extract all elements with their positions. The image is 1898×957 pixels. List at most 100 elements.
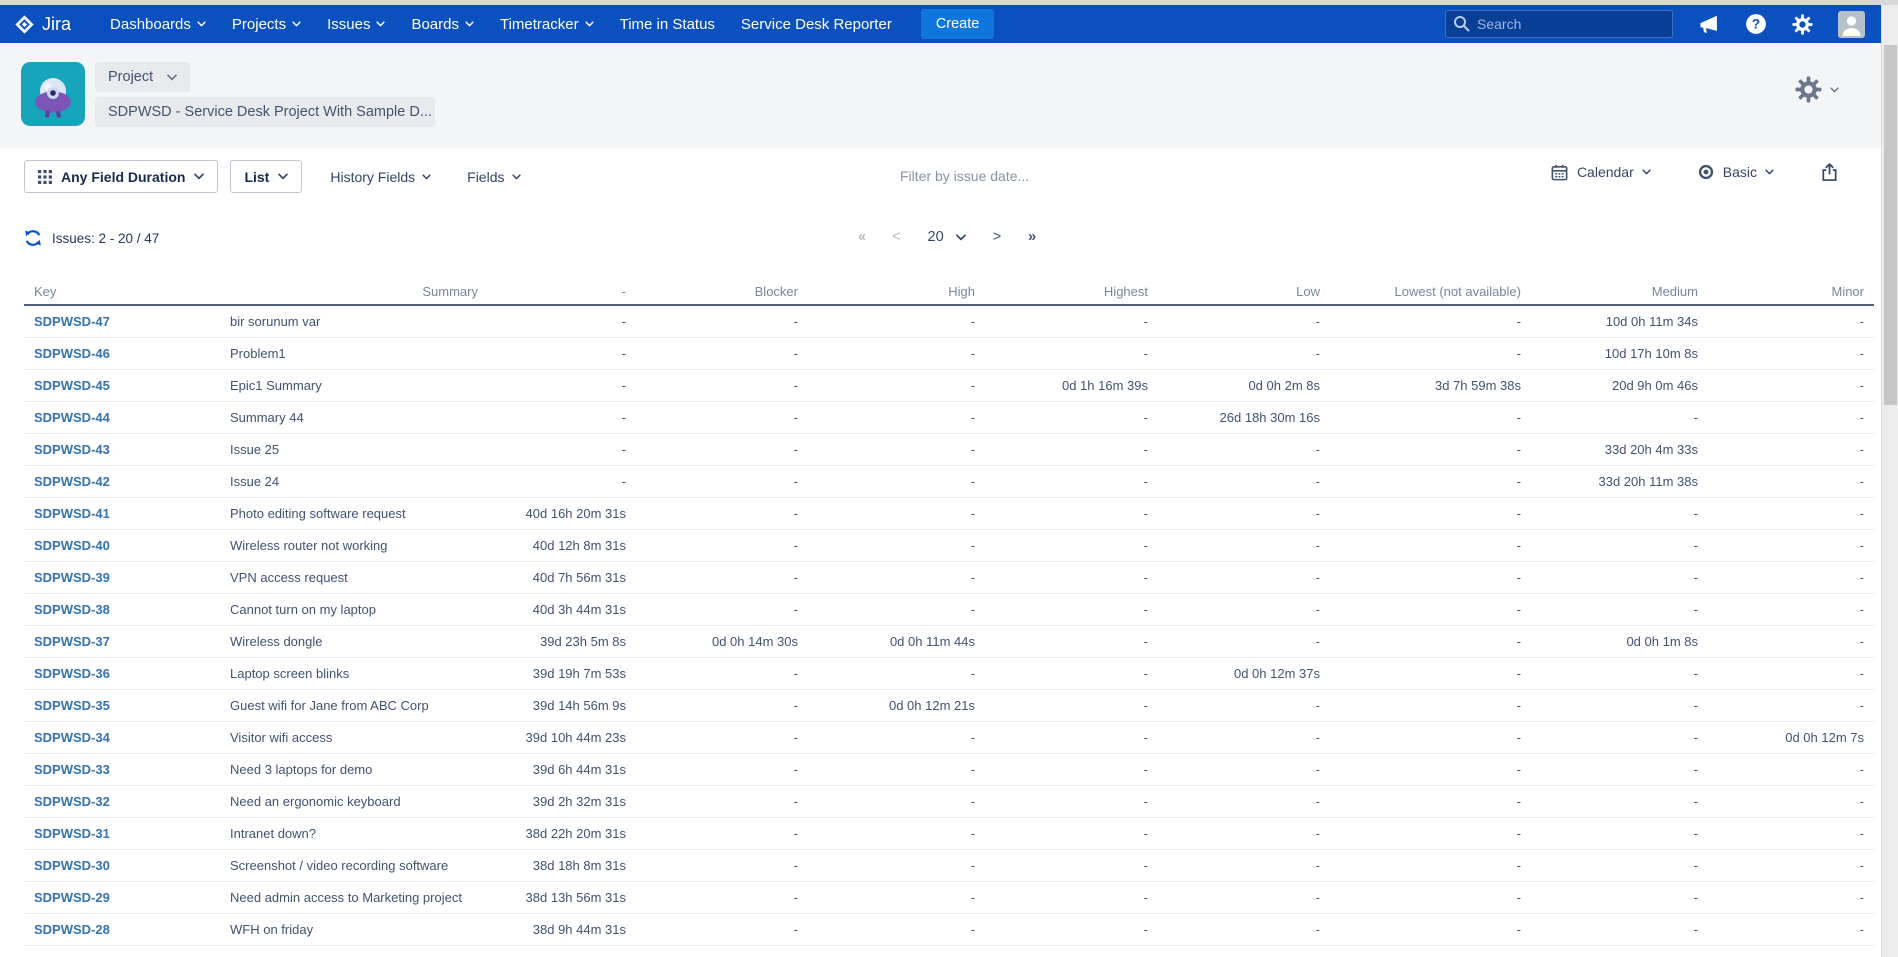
duration-cell-minor: - xyxy=(1708,402,1874,434)
duration-cell-high: - xyxy=(808,466,985,498)
duration-cell-minor: - xyxy=(1708,914,1874,946)
duration-cell-lowest: - xyxy=(1330,818,1531,850)
last-page-button[interactable]: » xyxy=(1028,229,1035,245)
duration-cell-lowest: - xyxy=(1330,305,1531,338)
issue-key-link[interactable]: SDPWSD-40 xyxy=(34,538,110,553)
nav-service-desk-reporter[interactable]: Service Desk Reporter xyxy=(728,5,905,43)
issue-row: SDPWSD-44 Summary 44 - - - - 26d 18h 30m… xyxy=(24,402,1874,434)
issue-key-link[interactable]: SDPWSD-45 xyxy=(34,378,110,393)
nav-time-in-status[interactable]: Time in Status xyxy=(607,5,728,43)
top-nav: Jira Dashboards Projects Issues Boards T… xyxy=(0,5,1881,43)
duration-cell-low: - xyxy=(1158,305,1330,338)
duration-cell-highest: - xyxy=(985,530,1158,562)
duration-cell-blocker: - xyxy=(636,562,808,594)
user-avatar[interactable] xyxy=(1838,11,1865,38)
field-duration-dropdown[interactable]: Any Field Duration xyxy=(24,160,218,193)
duration-cell-low: - xyxy=(1158,626,1330,658)
duration-cell-high: - xyxy=(808,338,985,370)
issue-key-link[interactable]: SDPWSD-35 xyxy=(34,698,110,713)
duration-cell-low: - xyxy=(1158,434,1330,466)
announcement-icon[interactable] xyxy=(1698,13,1720,35)
chevron-down-icon xyxy=(197,21,206,27)
issue-key-link[interactable]: SDPWSD-36 xyxy=(34,666,110,681)
report-toolbar: Any Field Duration List History Fields F… xyxy=(0,148,1881,205)
duration-cell-low: - xyxy=(1158,498,1330,530)
project-avatar[interactable] xyxy=(21,62,85,126)
issue-key-link[interactable]: SDPWSD-39 xyxy=(34,570,110,585)
search-input[interactable] xyxy=(1445,10,1673,38)
issue-summary-cell: Cannot turn on my laptop xyxy=(220,594,488,626)
duration-cell-blocker: - xyxy=(636,370,808,402)
next-page-button[interactable]: > xyxy=(993,229,1001,245)
create-button[interactable]: Create xyxy=(921,9,995,39)
refresh-icon[interactable] xyxy=(23,228,43,253)
duration-cell-highest: - xyxy=(985,466,1158,498)
page-size-dropdown[interactable]: 20 xyxy=(928,229,966,245)
issue-key-link[interactable]: SDPWSD-28 xyxy=(34,922,110,937)
duration-cell-medium: - xyxy=(1531,594,1708,626)
duration-cell-lowest: 3d 7h 59m 38s xyxy=(1330,370,1531,402)
issue-date-filter[interactable]: Filter by issue date... xyxy=(900,168,1029,184)
history-fields-dropdown[interactable]: History Fields xyxy=(330,169,431,185)
nav-issues[interactable]: Issues xyxy=(314,5,398,43)
fields-dropdown[interactable]: Fields xyxy=(467,169,520,185)
help-icon[interactable]: ? xyxy=(1745,13,1767,35)
duration-cell-high: - xyxy=(808,754,985,786)
column-header: Key xyxy=(24,278,220,305)
column-header: Highest xyxy=(985,278,1158,305)
duration-cell-low: - xyxy=(1158,562,1330,594)
duration-cell-none: 38d 18h 8m 31s xyxy=(488,850,636,882)
duration-cell-lowest: - xyxy=(1330,338,1531,370)
scrollbar-thumb[interactable] xyxy=(1884,45,1897,405)
issue-key-link[interactable]: SDPWSD-29 xyxy=(34,890,110,905)
issue-key-link[interactable]: SDPWSD-32 xyxy=(34,794,110,809)
issue-key-link[interactable]: SDPWSD-42 xyxy=(34,474,110,489)
column-header: Minor xyxy=(1708,278,1874,305)
chevron-down-icon xyxy=(585,21,594,27)
issue-key-link[interactable]: SDPWSD-41 xyxy=(34,506,110,521)
issue-key-cell: SDPWSD-33 xyxy=(24,754,220,786)
duration-cell-blocker: - xyxy=(636,594,808,626)
duration-cell-lowest: - xyxy=(1330,434,1531,466)
duration-cell-none: 39d 23h 5m 8s xyxy=(488,626,636,658)
duration-cell-blocker: - xyxy=(636,786,808,818)
issue-key-link[interactable]: SDPWSD-37 xyxy=(34,634,110,649)
issue-key-link[interactable]: SDPWSD-44 xyxy=(34,410,110,425)
nav-dashboards[interactable]: Dashboards xyxy=(97,5,219,43)
vertical-scrollbar[interactable] xyxy=(1881,5,1898,957)
nav-timetracker[interactable]: Timetracker xyxy=(487,5,607,43)
duration-cell-none: 39d 2h 32m 31s xyxy=(488,786,636,818)
issue-key-link[interactable]: SDPWSD-38 xyxy=(34,602,110,617)
issue-key-cell: SDPWSD-32 xyxy=(24,786,220,818)
duration-cell-medium: - xyxy=(1531,850,1708,882)
issue-key-link[interactable]: SDPWSD-34 xyxy=(34,730,110,745)
jira-home-link[interactable]: Jira xyxy=(14,14,71,35)
issue-key-link[interactable]: SDPWSD-46 xyxy=(34,346,110,361)
page-settings-button[interactable] xyxy=(1795,76,1839,103)
column-header: High xyxy=(808,278,985,305)
first-page-button[interactable]: « xyxy=(858,229,865,245)
nav-projects[interactable]: Projects xyxy=(219,5,314,43)
issue-key-link[interactable]: SDPWSD-30 xyxy=(34,858,110,873)
duration-cell-blocker: - xyxy=(636,305,808,338)
duration-cell-high: - xyxy=(808,722,985,754)
duration-cell-high: - xyxy=(808,786,985,818)
issue-key-link[interactable]: SDPWSD-43 xyxy=(34,442,110,457)
calendar-dropdown[interactable]: Calendar xyxy=(1550,163,1651,182)
view-type-dropdown[interactable]: List xyxy=(230,160,302,193)
issue-key-link[interactable]: SDPWSD-31 xyxy=(34,826,110,841)
duration-cell-low: - xyxy=(1158,818,1330,850)
project-type-dropdown[interactable]: Project xyxy=(95,62,190,92)
issue-key-link[interactable]: SDPWSD-33 xyxy=(34,762,110,777)
nav-boards[interactable]: Boards xyxy=(398,5,487,43)
project-selector-dropdown[interactable]: SDPWSD - Service Desk Project With Sampl… xyxy=(95,97,435,127)
duration-cell-blocker: - xyxy=(636,722,808,754)
settings-icon[interactable] xyxy=(1792,14,1813,35)
eye-icon xyxy=(1697,163,1715,181)
export-button[interactable] xyxy=(1820,162,1839,182)
prev-page-button[interactable]: < xyxy=(892,229,900,245)
issue-key-cell: SDPWSD-39 xyxy=(24,562,220,594)
basic-view-dropdown[interactable]: Basic xyxy=(1697,163,1774,181)
issue-key-link[interactable]: SDPWSD-47 xyxy=(34,314,110,329)
duration-cell-medium: - xyxy=(1531,690,1708,722)
